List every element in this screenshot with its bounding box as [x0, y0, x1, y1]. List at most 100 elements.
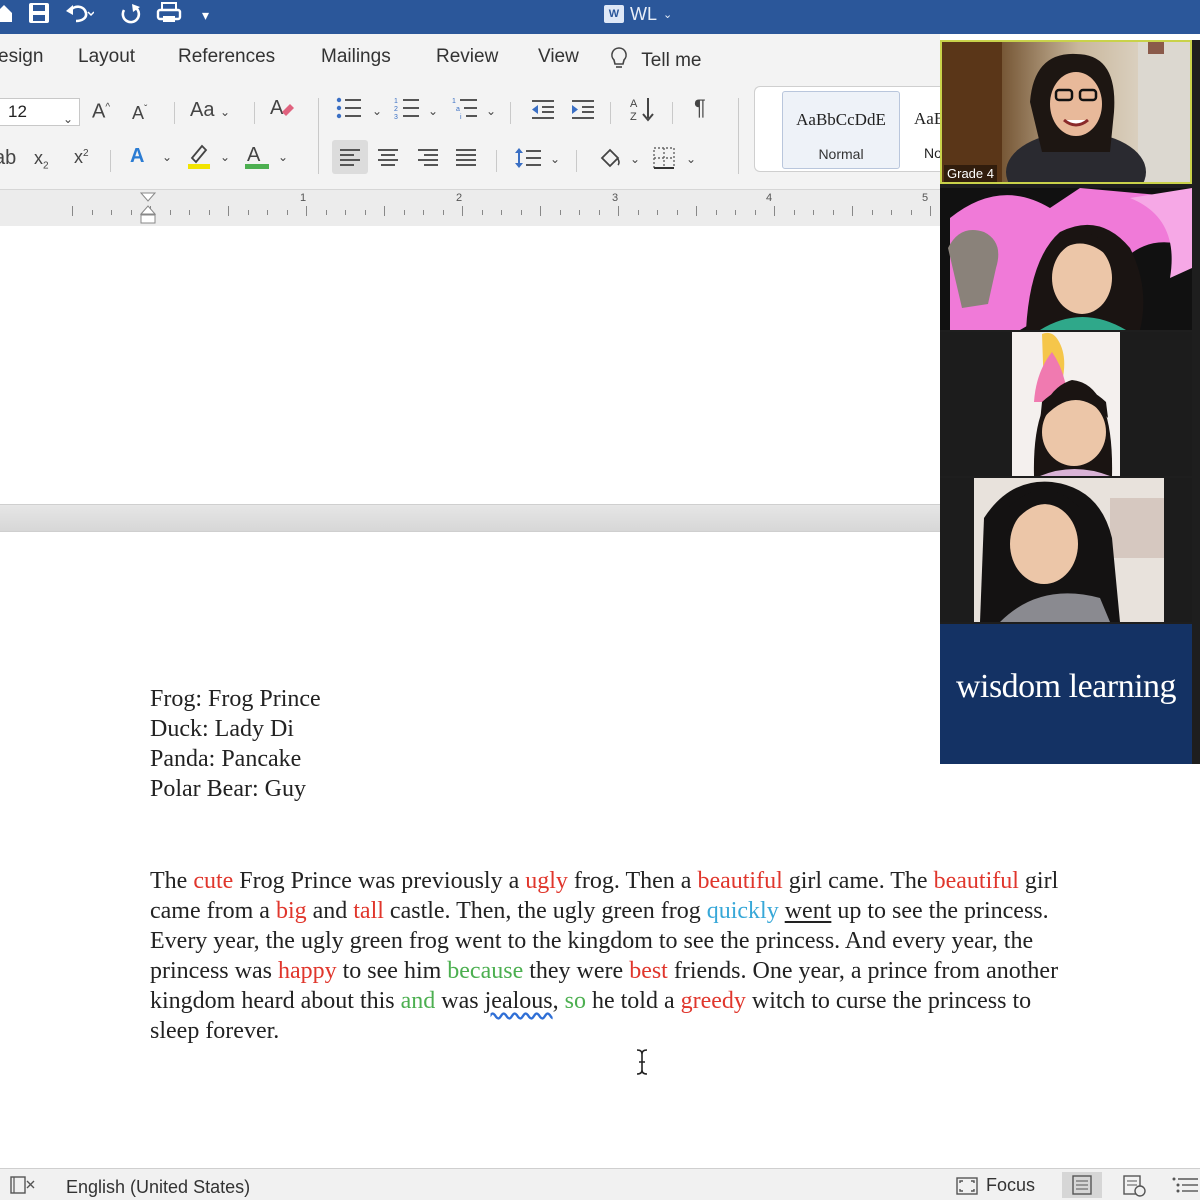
highlight-icon[interactable]	[186, 142, 212, 176]
chevron-down-icon[interactable]: ⌄	[428, 104, 438, 118]
adjective-word: beautiful	[697, 868, 783, 894]
print-layout-view-button[interactable]	[1062, 1172, 1102, 1198]
proofing-icon[interactable]	[10, 1175, 36, 1195]
text-effects-icon[interactable]: A	[130, 144, 144, 168]
ruler-tick	[462, 206, 463, 216]
web-layout-view-button[interactable]	[1114, 1172, 1154, 1198]
svg-text:A: A	[270, 97, 284, 119]
adverb-word: quickly	[706, 898, 779, 924]
teacher-video-image	[942, 42, 1190, 182]
print-icon[interactable]	[156, 2, 184, 30]
video-tile-student[interactable]	[940, 188, 1192, 330]
ruler-tick	[481, 210, 483, 215]
redo-icon[interactable]	[118, 2, 144, 30]
tab-layout[interactable]: Layout	[78, 46, 135, 68]
video-tile-student[interactable]	[940, 332, 1192, 476]
bullets-icon[interactable]	[336, 96, 362, 126]
strikethrough-icon[interactable]: ab	[0, 146, 16, 170]
clear-formatting-icon[interactable]: A	[268, 94, 296, 128]
video-tile-teacher[interactable]: Grade 4	[940, 40, 1192, 184]
web-layout-icon	[1123, 1175, 1146, 1197]
focus-button[interactable]: Focus	[956, 1175, 1035, 1196]
chevron-down-icon[interactable]: ⌄	[630, 152, 640, 166]
indent-marker-icon[interactable]	[140, 192, 156, 224]
justify-icon[interactable]	[456, 149, 476, 166]
tab-mailings[interactable]: Mailings	[321, 46, 391, 68]
chevron-down-icon[interactable]: ⌄	[162, 150, 172, 164]
story-text: Frog Prince was previously a	[233, 868, 526, 894]
chevron-down-icon[interactable]: ⌄	[486, 104, 496, 118]
style-normal[interactable]: AaBbCcDdE Normal	[782, 91, 900, 169]
home-icon[interactable]	[0, 2, 16, 30]
ruler-tick	[501, 210, 502, 215]
chevron-down-icon[interactable]: ⌄	[550, 152, 560, 166]
story-line: came from a big and tall castle. Then, t…	[150, 896, 1150, 926]
customize-icon[interactable]: ▾	[202, 2, 209, 28]
tab-design[interactable]: esign	[0, 46, 43, 68]
numbering-icon[interactable]: 123	[394, 96, 420, 126]
decrease-indent-icon[interactable]	[530, 98, 556, 126]
align-center-icon[interactable]	[378, 149, 398, 166]
separator	[110, 150, 111, 172]
document-page[interactable]	[0, 226, 940, 504]
chevron-down-icon: ⌄	[62, 112, 73, 126]
ruler-tick	[559, 210, 561, 215]
separator	[254, 102, 255, 124]
ruler-tick	[267, 210, 268, 215]
save-icon[interactable]	[28, 2, 50, 30]
lightbulb-icon	[611, 47, 627, 68]
video-tile-student[interactable]	[940, 478, 1192, 622]
ruler-tick	[618, 206, 619, 216]
tab-review[interactable]: Review	[436, 46, 498, 68]
story-text: came from a	[150, 898, 276, 924]
font-size-select[interactable]: 12 ⌄	[0, 98, 80, 126]
story-text: ,	[552, 988, 565, 1014]
video-tile-brand[interactable]: wisdom learning	[940, 624, 1192, 764]
ruler-number: 1	[300, 192, 307, 204]
tell-me[interactable]: Tell me	[608, 46, 701, 72]
multilevel-list-icon[interactable]: 1ai	[452, 96, 478, 126]
ruler-tick	[852, 206, 853, 216]
tab-view[interactable]: View	[538, 46, 579, 68]
nickname-line: Polar Bear: Guy	[150, 776, 306, 802]
separator	[318, 98, 319, 174]
outline-view-button[interactable]	[1170, 1172, 1200, 1198]
ruler-tick	[891, 210, 892, 215]
chevron-down-icon[interactable]: ⌄	[278, 150, 288, 164]
undo-icon[interactable]	[64, 2, 95, 30]
story-text: was	[435, 988, 485, 1014]
story-paragraph[interactable]: The cute Frog Prince was previously a ug…	[150, 866, 1150, 1046]
svg-text:1: 1	[452, 98, 456, 105]
sort-icon[interactable]: AZ	[628, 96, 656, 128]
language-status[interactable]: English (United States)	[66, 1177, 250, 1198]
ruler-tick	[579, 210, 580, 215]
superscript-icon[interactable]: x2	[74, 142, 89, 169]
svg-text:2: 2	[394, 106, 398, 113]
borders-icon[interactable]	[652, 146, 676, 176]
chevron-down-icon[interactable]: ⌄	[220, 150, 230, 164]
shrink-font-icon[interactable]: Aˇ	[132, 98, 147, 125]
ruler-tick	[403, 210, 405, 215]
subscript-icon[interactable]: x2	[34, 146, 49, 179]
ruler-number: 2	[456, 192, 463, 204]
chevron-down-icon[interactable]: ⌄	[372, 104, 382, 118]
font-color-icon[interactable]: A	[244, 142, 270, 176]
align-left-button[interactable]	[332, 140, 368, 174]
ruler-tick	[871, 210, 873, 215]
tab-references[interactable]: References	[178, 46, 275, 68]
style-no-spacing[interactable]: AaB No	[908, 91, 940, 169]
ruler-tick	[384, 206, 385, 216]
story-text: frog. Then a	[567, 868, 698, 894]
align-right-icon[interactable]	[418, 149, 438, 166]
chevron-down-icon[interactable]: ⌄	[663, 8, 672, 21]
chevron-down-icon[interactable]: ⌄	[686, 152, 696, 166]
increase-indent-icon[interactable]	[570, 98, 596, 126]
story-text: up to see the princess.	[831, 898, 1049, 924]
line-spacing-icon[interactable]	[514, 146, 542, 176]
show-formatting-marks-icon[interactable]: ¶	[694, 96, 706, 120]
word-app-icon: W	[604, 5, 624, 23]
change-case-button[interactable]: Aa ⌄	[190, 98, 230, 124]
grow-font-icon[interactable]: A^	[92, 96, 110, 124]
shading-icon[interactable]	[598, 146, 622, 176]
svg-text:A: A	[630, 98, 638, 110]
